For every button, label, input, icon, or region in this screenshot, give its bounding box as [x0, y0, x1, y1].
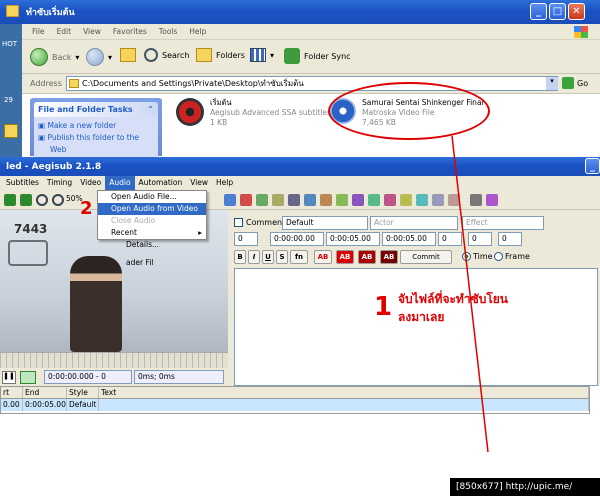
- step-2-number: 2: [80, 198, 93, 219]
- instruction-line-1: จับไฟล์ที่จะทำซับโยน: [398, 292, 509, 306]
- instruction-line-2: ลงมาเลย: [398, 310, 445, 324]
- step-1-number: 1: [374, 292, 393, 322]
- watermark-bar: [850x677] http://upic.me/: [450, 478, 600, 496]
- annotation-arrow: [451, 135, 489, 453]
